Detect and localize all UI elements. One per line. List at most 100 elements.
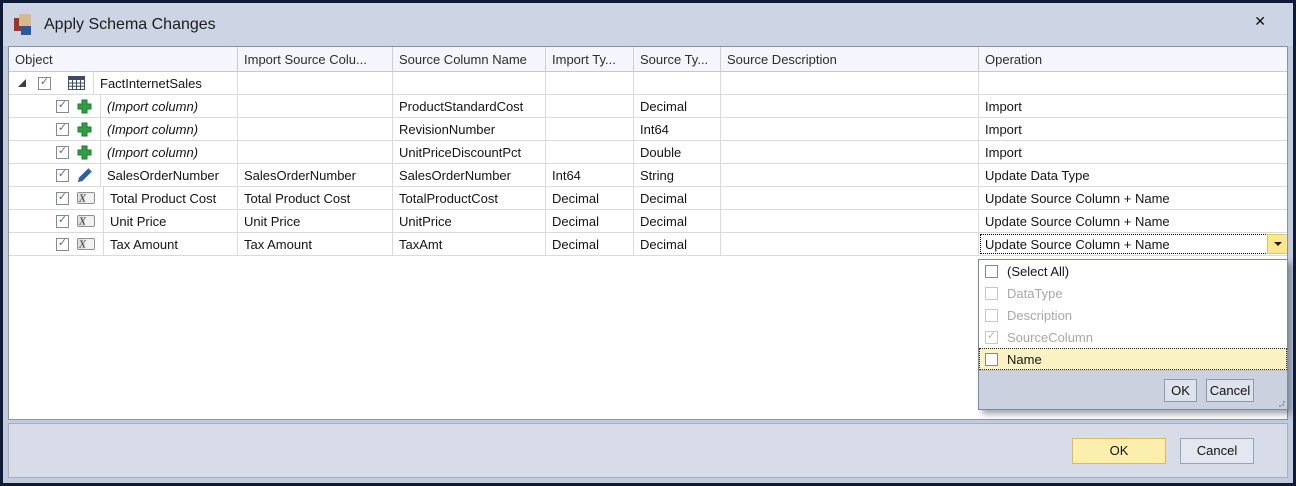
row-checkbox[interactable]	[56, 122, 69, 136]
source-description-cell	[721, 141, 979, 163]
dropdown-item-checkbox	[985, 286, 998, 300]
table-row[interactable]: (Import column) RevisionNumber Int64 Import	[9, 118, 1287, 141]
table-row[interactable]: XTax AmountTax AmountTaxAmtDecimalDecima…	[9, 233, 1287, 256]
dropdown-item-checkbox[interactable]	[985, 352, 998, 366]
operation-value: Update Source Column + Name	[985, 236, 1170, 252]
column-icon: X	[77, 238, 95, 250]
dropdown-item-label: Description	[1007, 307, 1073, 323]
object-name-box: (Import column)	[100, 95, 237, 117]
source-type-cell: String	[634, 164, 721, 186]
operation-value: Import	[985, 144, 1022, 160]
import-type-cell: Decimal	[546, 233, 634, 255]
operation-value: Update Source Column + Name	[985, 213, 1170, 229]
add-icon	[77, 122, 92, 137]
column-header-source-column-name[interactable]: Source Column Name	[393, 47, 546, 71]
dropdown-item-label: SourceColumn	[1007, 329, 1093, 345]
table-row[interactable]: SalesOrderNumberSalesOrderNumberSalesOrd…	[9, 164, 1287, 187]
column-header-source-description[interactable]: Source Description	[721, 47, 979, 71]
add-icon	[77, 145, 92, 160]
operation-value: Update Data Type	[985, 167, 1090, 183]
cancel-button[interactable]: Cancel	[1180, 437, 1254, 464]
operation-cell: Update Source Column + Name	[979, 210, 1287, 232]
source-column-name-cell: RevisionNumber	[393, 118, 546, 140]
import-type-cell	[546, 141, 634, 163]
dropdown-item-label: DataType	[1007, 285, 1063, 301]
source-column-name-cell: UnitPrice	[393, 210, 546, 232]
import-type-cell: Int64	[546, 164, 634, 186]
dialog-title: Apply Schema Changes	[44, 15, 216, 33]
object-cell: X Tax Amount	[9, 233, 238, 255]
operation-cell: Update Data Type	[979, 164, 1287, 186]
table-row[interactable]: X Total Product CostTotal Product Cost Tot…	[9, 187, 1287, 210]
object-name: Total Product Cost	[110, 190, 217, 206]
import-source-column-cell: SalesOrderNumber	[238, 164, 393, 186]
row-checkbox[interactable]	[56, 168, 69, 182]
close-icon[interactable]: ✕	[1254, 14, 1266, 28]
dropdown-item-select-all[interactable]: (Select All)	[979, 260, 1287, 282]
row-checkbox[interactable]	[56, 99, 69, 113]
source-description-cell	[721, 210, 979, 232]
object-cell: X Total Product Cost	[9, 187, 238, 209]
table-row[interactable]: (Import column) UnitPriceDiscountPct Doubl…	[9, 141, 1287, 164]
object-cell: (Import column)	[9, 95, 238, 117]
column-header-import-ty[interactable]: Import Ty...	[546, 47, 634, 71]
row-checkbox[interactable]	[56, 214, 69, 228]
column-header-object[interactable]: Object	[9, 47, 238, 71]
object-name: (Import column)	[107, 121, 199, 137]
source-type-cell: Decimal	[634, 210, 721, 232]
dropdown-item-label: Name	[1007, 351, 1042, 367]
table-row[interactable]: XUnit PriceUnit PriceUnitPriceDecimalDec…	[9, 210, 1287, 233]
titlebar: Apply Schema Changes ✕	[3, 3, 1293, 46]
operation-combobox[interactable]: Update Source Column + Name	[979, 233, 1287, 255]
object-cell: SalesOrderNumber	[9, 164, 238, 186]
source-type-cell: Double	[634, 141, 721, 163]
import-source-column-cell	[238, 141, 393, 163]
table-row[interactable]: (Import column) ProductStandardCost Decima…	[9, 95, 1287, 118]
svg-text:X: X	[78, 240, 87, 250]
source-column-name-cell: TaxAmt	[393, 233, 546, 255]
edit-icon	[77, 167, 92, 183]
dropdown-item-datatype: DataType	[979, 282, 1287, 304]
source-description-cell	[721, 72, 979, 94]
svg-text:X: X	[78, 217, 87, 227]
source-type-cell	[634, 72, 721, 94]
dropdown-button[interactable]	[1267, 234, 1287, 254]
source-description-cell	[721, 233, 979, 255]
object-cell: (Import column)	[9, 141, 238, 163]
dropdown-item-name[interactable]: Name	[979, 348, 1287, 370]
row-checkbox[interactable]	[56, 237, 69, 251]
operation-dropdown-popup: (Select All) DataType Description SourceCol…	[978, 259, 1288, 410]
tree-expander-icon[interactable]	[18, 79, 26, 87]
add-icon	[77, 99, 92, 114]
source-type-cell: Decimal	[634, 95, 721, 117]
dropdown-item-checkbox	[985, 308, 998, 322]
operation-cell	[979, 72, 1287, 94]
import-source-column-cell	[238, 72, 393, 94]
dropdown-cancel-button[interactable]: Cancel	[1206, 378, 1254, 402]
dropdown-item-checkbox[interactable]	[985, 264, 998, 278]
operation-cell: Update Source Column + Name	[979, 187, 1287, 209]
row-checkbox[interactable]	[56, 191, 69, 205]
object-name: (Import column)	[107, 98, 199, 114]
operation-cell: Import	[979, 118, 1287, 140]
table-icon	[68, 76, 85, 90]
ok-button[interactable]: OK	[1072, 437, 1166, 464]
table-row[interactable]: FactInternetSales	[9, 72, 1287, 95]
column-header-import-source-colu[interactable]: Import Source Colu...	[238, 47, 393, 71]
source-column-name-cell: TotalProductCost	[393, 187, 546, 209]
operation-cell: Import	[979, 95, 1287, 117]
source-description-cell	[721, 95, 979, 117]
source-type-cell: Int64	[634, 118, 721, 140]
column-icon: X	[77, 192, 95, 204]
dropdown-ok-button[interactable]: OK	[1164, 378, 1197, 402]
object-name-box: (Import column)	[100, 141, 237, 163]
column-header-label: Operation	[985, 51, 1043, 67]
column-header-operation[interactable]: Operation	[979, 47, 1287, 71]
resize-grip[interactable]	[1276, 398, 1284, 406]
column-header-source-ty[interactable]: Source Ty...	[634, 47, 721, 71]
operation-value: Import	[985, 98, 1022, 114]
row-checkbox[interactable]	[56, 145, 69, 159]
grid-header-row: Object Import Source Colu... Source Column…	[9, 47, 1287, 72]
dropdown-popup-footer: OK Cancel	[979, 370, 1287, 409]
row-checkbox[interactable]	[38, 76, 51, 90]
